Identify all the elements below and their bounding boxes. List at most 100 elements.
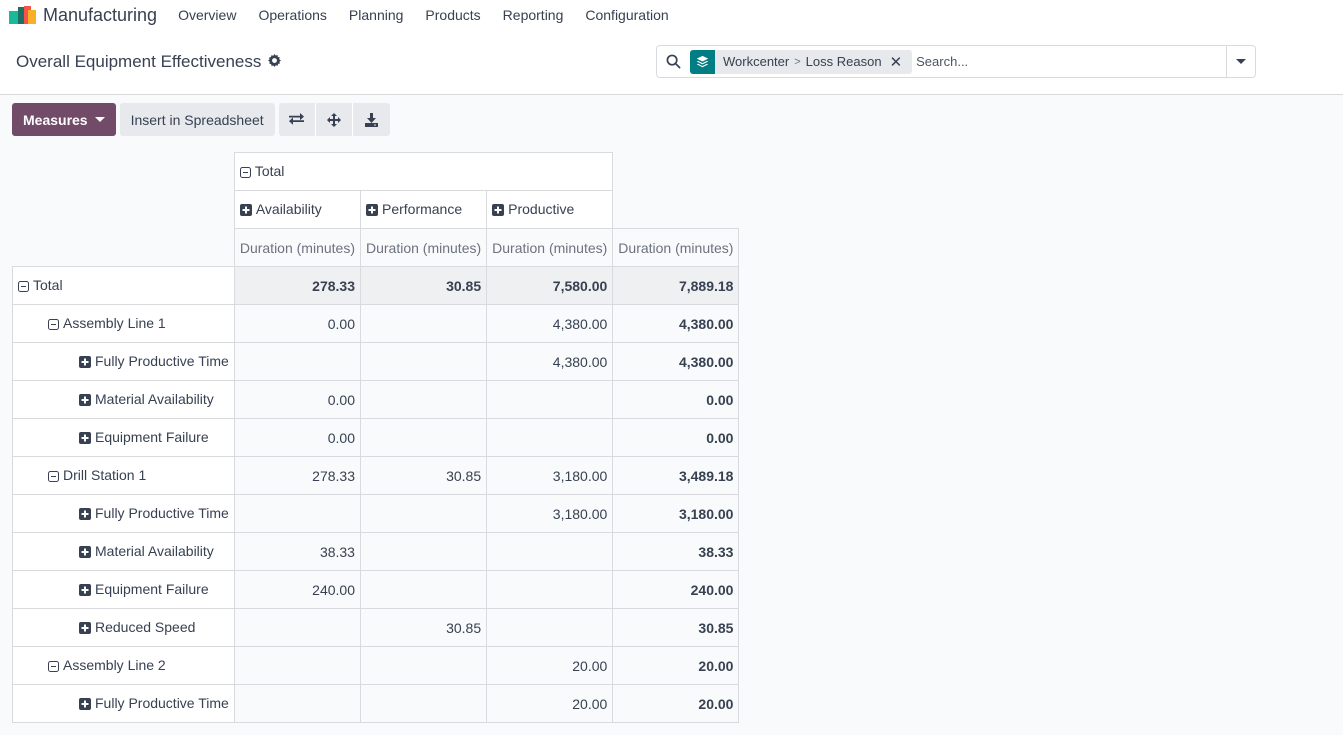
pivot-cell[interactable]: 278.33 [233, 456, 361, 495]
search-input[interactable] [912, 46, 1226, 77]
pivot-cell[interactable]: 0.00 [233, 418, 361, 457]
row-header[interactable]: Material Availability [12, 532, 235, 571]
col-header-availability[interactable]: Availability [233, 190, 361, 229]
pivot-cell[interactable]: 7,889.18 [612, 266, 740, 305]
download-button[interactable] [352, 103, 390, 136]
pivot-cell[interactable]: 30.85 [359, 266, 488, 305]
pivot-cell[interactable] [233, 608, 361, 647]
measure-header[interactable]: Duration (minutes) [612, 228, 740, 267]
plus-square-icon [79, 697, 91, 713]
pivot-row: Assembly Line 1 0.00 4,380.00 4,380.00 [12, 304, 740, 343]
pivot-cell[interactable]: 38.33 [233, 532, 361, 571]
pivot-cell[interactable]: 4,380.00 [612, 304, 740, 343]
nav-operations[interactable]: Operations [258, 7, 326, 23]
pivot-cell[interactable]: 7,580.00 [486, 266, 614, 305]
nav-planning[interactable]: Planning [349, 7, 404, 23]
pivot-cell[interactable]: 20.00 [612, 646, 740, 685]
gear-icon[interactable] [268, 54, 282, 70]
col-header-productive[interactable]: Productive [486, 190, 614, 229]
pivot-cell[interactable] [359, 646, 488, 685]
pivot-cell[interactable]: 3,489.18 [612, 456, 740, 495]
plus-square-icon [79, 431, 91, 447]
pivot-cell[interactable] [359, 342, 488, 381]
expand-all-icon [326, 112, 341, 127]
pivot-cell[interactable] [486, 418, 614, 457]
nav-products[interactable]: Products [425, 7, 480, 23]
search-options-toggle[interactable] [1226, 46, 1255, 77]
pivot-cell[interactable]: 38.33 [612, 532, 740, 571]
measure-header[interactable]: Duration (minutes) [359, 228, 488, 267]
pivot-cell[interactable]: 30.85 [359, 456, 488, 495]
insert-in-spreadsheet-button[interactable]: Insert in Spreadsheet [119, 103, 275, 136]
row-header[interactable]: Fully Productive Time [12, 494, 235, 533]
col-header-total[interactable]: Total [233, 152, 614, 191]
groupby-facet[interactable]: Workcenter > Loss Reason ✕ [690, 49, 913, 74]
pivot-cell[interactable] [359, 684, 488, 723]
row-header[interactable]: Equipment Failure [12, 418, 235, 457]
pivot-cell[interactable]: 0.00 [233, 304, 361, 343]
minus-square-icon [48, 659, 59, 675]
flip-axis-icon [289, 113, 305, 125]
row-header[interactable]: Material Availability [12, 380, 235, 419]
pivot-cell[interactable]: 240.00 [612, 570, 740, 609]
row-header[interactable]: Assembly Line 1 [12, 304, 235, 343]
row-header[interactable]: Assembly Line 2 [12, 646, 235, 685]
row-header[interactable]: Fully Productive Time [12, 342, 235, 381]
close-icon[interactable]: ✕ [890, 53, 913, 71]
pivot-cell[interactable] [359, 418, 488, 457]
pivot-cell[interactable] [359, 532, 488, 571]
flip-axis-button[interactable] [278, 103, 316, 136]
pivot-cell[interactable]: 3,180.00 [612, 494, 740, 533]
pivot-cell[interactable]: 240.00 [233, 570, 361, 609]
pivot-cell[interactable]: 20.00 [486, 684, 614, 723]
pivot-cell[interactable]: 30.85 [612, 608, 740, 647]
pivot-cell[interactable]: 4,380.00 [612, 342, 740, 381]
pivot-header-blank [613, 191, 739, 229]
plus-square-icon [365, 203, 378, 219]
expand-all-button[interactable] [315, 103, 353, 136]
col-header-performance[interactable]: Performance [359, 190, 488, 229]
row-header[interactable]: Equipment Failure [12, 570, 235, 609]
search-icon[interactable] [657, 54, 689, 69]
pivot-row: Equipment Failure 240.00 240.00 [12, 570, 740, 609]
minus-square-icon [18, 279, 29, 295]
layers-icon [690, 49, 715, 74]
pivot-cell[interactable]: 0.00 [612, 418, 740, 457]
pivot-cell[interactable]: 30.85 [359, 608, 488, 647]
pivot-actions [278, 103, 390, 136]
pivot-cell[interactable] [233, 684, 361, 723]
row-header[interactable]: Fully Productive Time [12, 684, 235, 723]
pivot-cell[interactable]: 0.00 [612, 380, 740, 419]
nav-configuration[interactable]: Configuration [585, 7, 668, 23]
pivot-cell[interactable]: 4,380.00 [486, 304, 614, 343]
pivot-cell[interactable] [486, 608, 614, 647]
measure-header[interactable]: Duration (minutes) [486, 228, 614, 267]
row-header[interactable]: Drill Station 1 [12, 456, 235, 495]
measure-header[interactable]: Duration (minutes) [233, 228, 361, 267]
pivot-cell[interactable] [359, 570, 488, 609]
pivot-cell[interactable] [233, 494, 361, 533]
pivot-cell[interactable]: 278.33 [233, 266, 361, 305]
pivot-cell[interactable] [486, 532, 614, 571]
pivot-cell[interactable]: 3,180.00 [486, 456, 614, 495]
pivot-cell[interactable] [486, 380, 614, 419]
row-header[interactable]: Reduced Speed [12, 608, 235, 647]
pivot-cell[interactable] [233, 342, 361, 381]
row-header[interactable]: Total [12, 266, 235, 305]
pivot-cell[interactable]: 4,380.00 [486, 342, 614, 381]
pivot-cell[interactable] [486, 570, 614, 609]
pivot-cell[interactable]: 0.00 [233, 380, 361, 419]
pivot-cell[interactable]: 3,180.00 [486, 494, 614, 533]
app-brand[interactable]: Manufacturing [0, 5, 178, 26]
pivot-cell[interactable] [359, 494, 488, 533]
nav-overview[interactable]: Overview [178, 7, 236, 23]
pivot-cell[interactable] [359, 304, 488, 343]
pivot-cell[interactable]: 20.00 [486, 646, 614, 685]
nav-reporting[interactable]: Reporting [503, 7, 564, 23]
pivot-row: Equipment Failure 0.00 0.00 [12, 418, 740, 457]
pivot-cell[interactable] [233, 646, 361, 685]
pivot-cell[interactable]: 20.00 [612, 684, 740, 723]
measures-button[interactable]: Measures [12, 103, 116, 136]
col-header-label: Performance [381, 200, 463, 217]
pivot-cell[interactable] [359, 380, 488, 419]
